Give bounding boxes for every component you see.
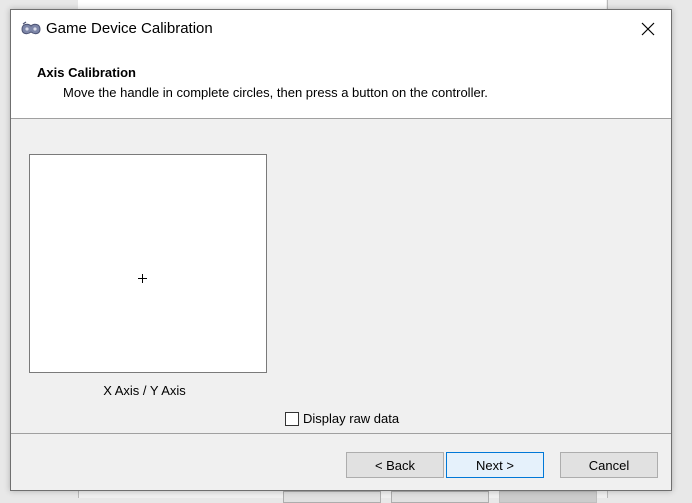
background-window-titlebar [78,0,606,9]
title-bar[interactable]: Game Device Calibration [11,10,671,48]
background-button [283,491,381,503]
step-instructions: Move the handle in complete circles, the… [63,85,488,100]
raw-data-checkbox[interactable] [285,411,299,426]
crosshair-icon [138,274,147,283]
game-controller-icon [21,21,41,35]
calibration-dialog: Game Device Calibration Axis Calibration… [10,9,672,491]
step-title: Axis Calibration [37,65,136,80]
raw-data-option[interactable]: Display raw data [285,411,399,426]
background-button [391,491,489,503]
wizard-header: Axis Calibration Move the handle in comp… [11,48,671,119]
close-button[interactable] [625,10,671,48]
axis-label: X Axis / Y Axis [103,383,186,398]
xy-axis-display [29,154,267,373]
cancel-button[interactable]: Cancel [560,452,658,478]
next-button[interactable]: Next > [446,452,544,478]
footer-separator [11,433,671,434]
window-title: Game Device Calibration [46,20,213,37]
close-icon [641,22,655,36]
raw-data-label[interactable]: Display raw data [303,411,399,426]
back-button[interactable]: < Back [346,452,444,478]
background-button [499,491,597,503]
